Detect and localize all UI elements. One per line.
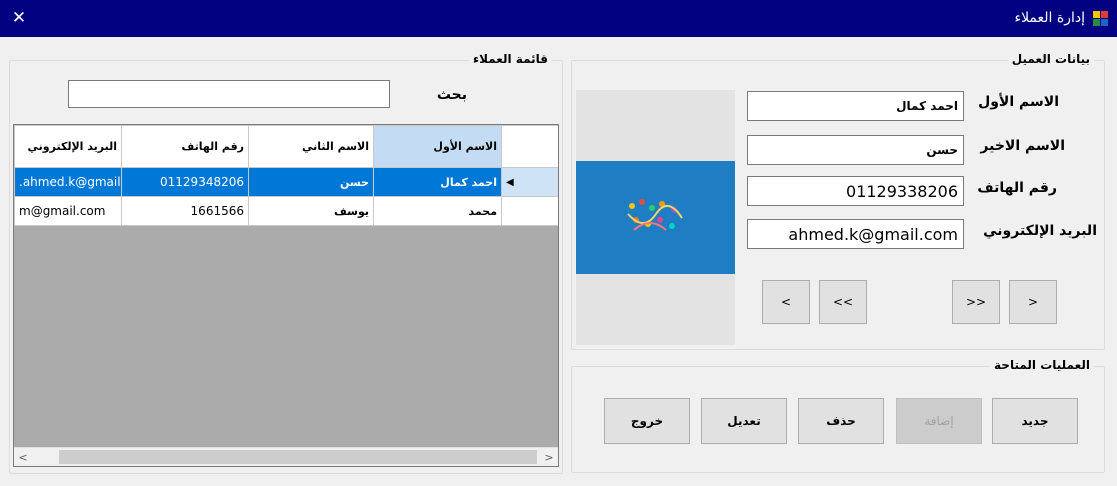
next-record-button[interactable]: >>: [952, 280, 1000, 324]
last-name-label: الاسم الاخير: [980, 138, 1065, 154]
cell-email[interactable]: m@gmail.com: [14, 196, 122, 226]
first-name-field[interactable]: [747, 91, 964, 121]
column-header-first-name[interactable]: الاسم الأول: [373, 125, 502, 168]
email-label: البريد الإلكتروني: [983, 223, 1097, 239]
search-label: بحث: [436, 87, 467, 103]
first-name-label: الاسم الأول: [978, 94, 1059, 110]
customers-list-group-title: قائمة العملاء: [468, 52, 552, 66]
cell-first-name[interactable]: احمد كمال: [373, 167, 502, 197]
scroll-left-icon[interactable]: <: [14, 448, 32, 466]
edit-button[interactable]: تعديل: [701, 398, 787, 444]
cell-second-name[interactable]: يوسف: [248, 196, 374, 226]
new-button[interactable]: جديد: [992, 398, 1078, 444]
previous-record-button[interactable]: <<: [819, 280, 867, 324]
photo-logo-icon: [627, 199, 683, 231]
last-name-field[interactable]: [747, 135, 964, 165]
table-row[interactable]: .ahmed.k@gmail 01129348206 حسن احمد كمال…: [14, 167, 558, 197]
column-header-second-name[interactable]: الاسم الثاني: [248, 125, 374, 168]
scrollbar-thumb[interactable]: [59, 450, 537, 464]
column-header-email[interactable]: البريد الإلكتروني: [14, 125, 122, 168]
column-header-phone[interactable]: رقم الهاتف: [121, 125, 249, 168]
horizontal-scrollbar[interactable]: < >: [14, 447, 558, 466]
scroll-right-icon[interactable]: >: [540, 448, 558, 466]
grid-corner-header: [501, 125, 558, 168]
customer-data-group-title: بيانات العميل: [1007, 52, 1094, 66]
customers-table: البريد الإلكتروني رقم الهاتف الاسم الثان…: [14, 125, 558, 226]
cell-phone[interactable]: 1661566: [121, 196, 249, 226]
email-field[interactable]: [747, 219, 964, 249]
window-title: إدارة العملاء: [1014, 10, 1086, 26]
add-button[interactable]: إضافة: [896, 398, 982, 444]
phone-label: رقم الهاتف: [977, 180, 1057, 196]
table-row[interactable]: m@gmail.com 1661566 يوسف محمد: [14, 196, 558, 226]
phone-field[interactable]: [747, 176, 964, 206]
cell-phone[interactable]: 01129348206: [121, 167, 249, 197]
delete-button[interactable]: حذف: [798, 398, 884, 444]
customer-photo: [576, 161, 735, 274]
close-icon[interactable]: ✕: [8, 8, 30, 30]
operations-group-title: العمليات المتاحة: [990, 358, 1094, 372]
title-bar: ✕ إدارة العملاء: [0, 0, 1117, 37]
customer-management-window: ✕ إدارة العملاء بيانات العميل الاسم الأو…: [0, 0, 1117, 486]
search-input[interactable]: [68, 80, 390, 108]
app-icon: [1093, 11, 1108, 26]
current-row-marker-icon[interactable]: ◀: [501, 167, 558, 197]
cell-email[interactable]: .ahmed.k@gmail: [14, 167, 122, 197]
row-header[interactable]: [501, 196, 558, 226]
first-record-button[interactable]: <: [762, 280, 810, 324]
customer-photo-panel: [576, 90, 735, 345]
cell-second-name[interactable]: حسن: [248, 167, 374, 197]
cell-first-name[interactable]: محمد: [373, 196, 502, 226]
exit-button[interactable]: خروج: [604, 398, 690, 444]
last-record-button[interactable]: >: [1009, 280, 1057, 324]
customers-grid[interactable]: البريد الإلكتروني رقم الهاتف الاسم الثان…: [13, 124, 559, 467]
